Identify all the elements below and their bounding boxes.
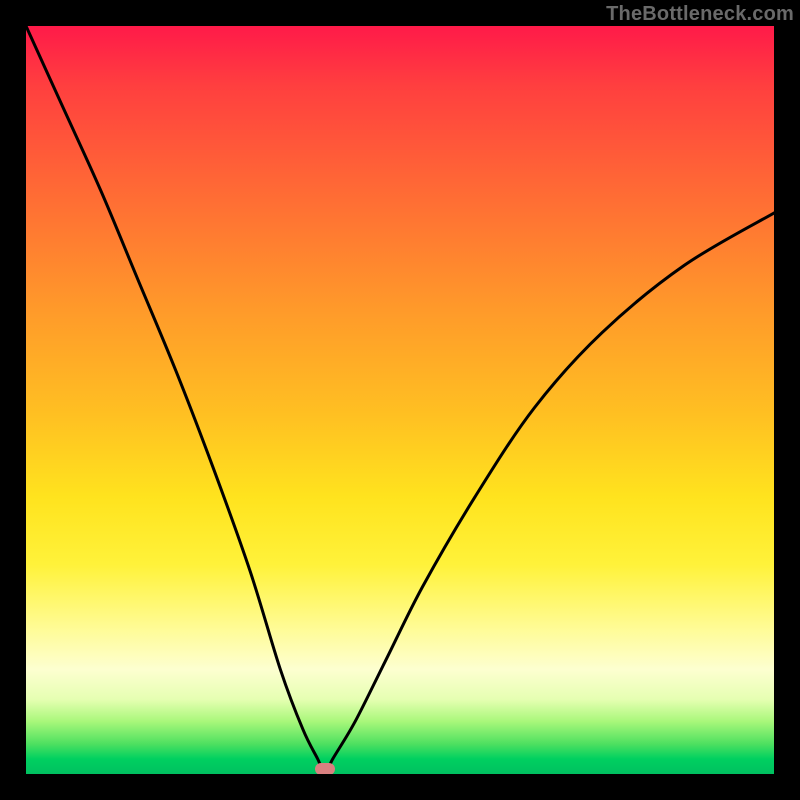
plot-area	[26, 26, 774, 774]
minimum-marker	[315, 763, 335, 774]
bottleneck-curve	[26, 26, 774, 774]
chart-frame: TheBottleneck.com	[0, 0, 800, 800]
watermark-text: TheBottleneck.com	[606, 3, 794, 26]
